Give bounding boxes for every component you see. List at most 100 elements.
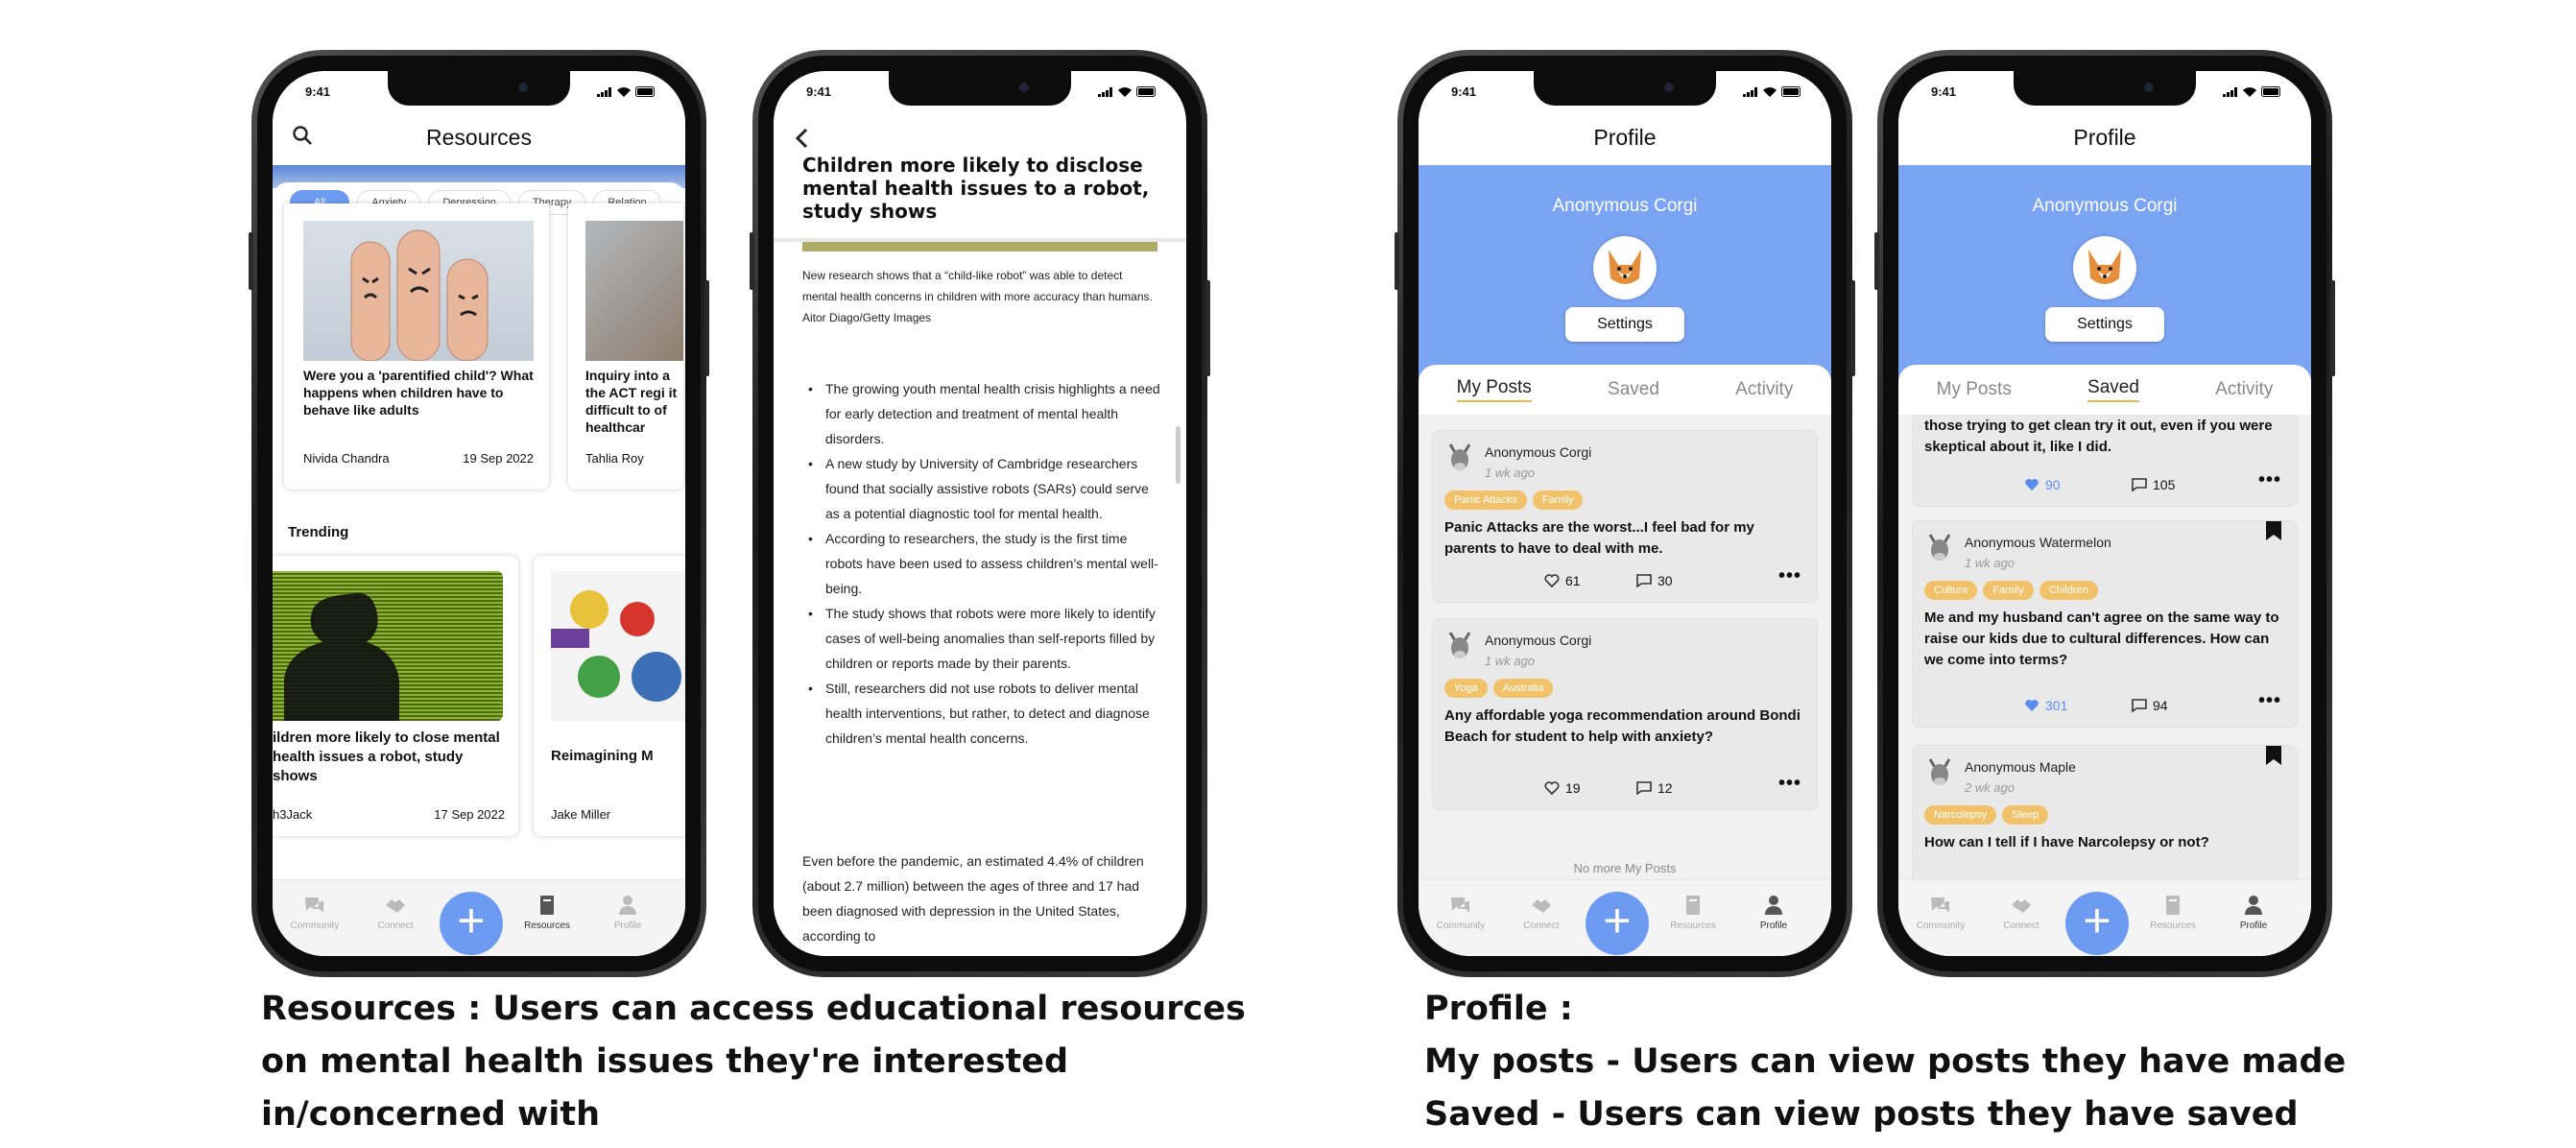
profile-screen: 9:41 Profile Anonymous Corgi Settings My… (1898, 71, 2311, 956)
tag[interactable]: Sleep (2002, 805, 2049, 825)
tab-resources[interactable]: Resources (2144, 894, 2202, 931)
like-button[interactable]: 19 (1544, 780, 1581, 796)
comment-icon (2132, 478, 2147, 491)
tag[interactable]: Panic Attacks (1444, 490, 1528, 510)
more-options-icon[interactable]: ••• (1778, 773, 1801, 795)
article-title: ildren more likely to close mental healt… (273, 729, 500, 784)
tab-profile[interactable]: Profile (2225, 894, 2282, 931)
article-author: Jake Miller (551, 807, 611, 822)
list-item: Still, researchers did not use robots to… (802, 676, 1161, 751)
post-card[interactable]: those trying to get clean try it out, ev… (1912, 415, 2298, 507)
handshake-icon (1532, 899, 1551, 913)
handshake-icon (2012, 899, 2031, 913)
tab-label: Connect (1523, 921, 1560, 931)
tab-resources[interactable]: Resources (1664, 894, 1722, 931)
more-options-icon[interactable]: ••• (1778, 565, 1801, 587)
avatar-donkey-icon (1928, 758, 1951, 785)
comment-button[interactable]: 12 (1636, 780, 1673, 796)
tag[interactable]: Family (1983, 581, 2034, 600)
article-card[interactable]: Inquiry into a the ACT regi it difficult… (568, 203, 683, 490)
heart-icon (1544, 574, 1560, 587)
article-card[interactable]: Were you a 'parentified child'? What hap… (284, 203, 549, 490)
tab-profile[interactable]: Profile (599, 894, 656, 931)
settings-button[interactable]: Settings (1565, 307, 1684, 342)
tab-community[interactable]: Community (1912, 894, 1969, 931)
like-button[interactable]: 61 (1544, 573, 1581, 588)
article-title: Reimagining M (551, 748, 654, 764)
status-time: 9:41 (305, 84, 331, 99)
phone-resources: 9:41 Resources All Anxiety Depression Th… (249, 50, 709, 977)
bookmark-icon[interactable] (2266, 521, 2281, 540)
tab-community[interactable]: Community (286, 894, 344, 931)
trending-card[interactable]: Reimagining M Jake Miller (534, 556, 685, 836)
article-author: h3Jack (273, 807, 313, 822)
like-count: 19 (1565, 780, 1581, 796)
like-button[interactable]: 90 (2024, 477, 2061, 492)
bookmark-icon[interactable] (2266, 746, 2281, 765)
tab-label: Profile (613, 921, 642, 931)
post-card[interactable]: Anonymous Corgi 1 wk ago Yoga Australia A… (1432, 618, 1818, 810)
more-options-icon[interactable]: ••• (2258, 469, 2281, 491)
post-card[interactable]: Anonymous Maple 2 wk ago Narcolepsy Sleep… (1912, 745, 2298, 879)
person-icon (619, 896, 636, 915)
scrollbar[interactable] (1176, 426, 1181, 484)
handshake-icon (386, 899, 405, 913)
list-item: A new study by University of Cambridge r… (802, 451, 1161, 526)
trending-card[interactable]: ildren more likely to close mental healt… (273, 556, 518, 836)
post-time: 2 wk ago (1965, 780, 2015, 795)
comment-button[interactable]: 30 (1636, 573, 1673, 588)
post-body: Any affordable yoga recommendation aroun… (1444, 707, 1801, 745)
tag[interactable]: Narcolepsy (1924, 805, 1997, 825)
like-button[interactable]: 301 (2024, 698, 2067, 713)
tag[interactable]: Children (2039, 581, 2098, 600)
article-image-fingers (303, 221, 534, 362)
status-icons (1743, 86, 1802, 97)
profile-caption-title: Profile : (1424, 990, 1573, 1028)
comment-button[interactable]: 94 (2132, 698, 2168, 713)
tab-connect[interactable]: Connect (367, 894, 424, 931)
post-author: Anonymous Watermelon (1965, 535, 2111, 550)
tab-profile[interactable]: Profile (1745, 894, 1802, 931)
settings-button[interactable]: Settings (2045, 307, 2164, 342)
add-post-button[interactable]: + (2065, 892, 2129, 955)
tag[interactable]: Culture (1924, 581, 1978, 600)
tag[interactable]: Family (1533, 490, 1584, 510)
comment-button[interactable]: 105 (2132, 477, 2175, 492)
tab-saved[interactable]: Saved (2087, 377, 2139, 402)
phone-profile-myposts: 9:41 Profile Anonymous Corgi Settings My… (1395, 50, 1855, 977)
phone-article: 9:41 Children more likely to disclose me… (750, 50, 1210, 977)
article-hero-image (802, 242, 1157, 251)
tab-label: Community (1916, 921, 1966, 931)
add-post-button[interactable]: + (440, 892, 503, 955)
status-time: 9:41 (1451, 84, 1477, 99)
page-title: Resources (426, 124, 532, 150)
tab-activity[interactable]: Activity (2215, 379, 2273, 400)
tab-my-posts[interactable]: My Posts (1937, 379, 2012, 400)
tab-connect[interactable]: Connect (1513, 894, 1570, 931)
back-chevron-icon[interactable] (793, 127, 812, 155)
posts-feed: Anonymous Corgi 1 wk ago Panic Attacks Fa… (1419, 415, 1831, 879)
search-icon[interactable] (292, 125, 313, 152)
post-card[interactable]: Anonymous Corgi 1 wk ago Panic Attacks Fa… (1432, 430, 1818, 603)
image-caption: New research shows that a “child-like ro… (802, 269, 1153, 324)
tab-connect[interactable]: Connect (1992, 894, 2050, 931)
tag[interactable]: Australia (1492, 679, 1554, 698)
tag[interactable]: Yoga (1444, 679, 1488, 698)
tab-activity[interactable]: Activity (1735, 379, 1793, 400)
profile-caption: Profile : My posts - Users can view post… (1424, 983, 2557, 1141)
page-title: Profile (1593, 124, 1657, 150)
tab-community[interactable]: Community (1432, 894, 1490, 931)
comment-icon (1636, 574, 1652, 587)
tab-saved[interactable]: Saved (1608, 379, 1659, 400)
post-body: Me and my husband can't agree on the sam… (1924, 610, 2279, 668)
post-time: 1 wk ago (1485, 466, 1536, 480)
tab-my-posts[interactable]: My Posts (1456, 377, 1532, 402)
more-options-icon[interactable]: ••• (2258, 690, 2281, 712)
status-icons (1098, 86, 1157, 97)
post-card[interactable]: Anonymous Watermelon 1 wk ago Culture Fam… (1912, 520, 2298, 728)
add-post-button[interactable]: + (1586, 892, 1649, 955)
article-title: Inquiry into a the ACT regi it difficult… (585, 368, 678, 435)
chat-icon (1931, 897, 1949, 913)
tab-resources[interactable]: Resources (518, 894, 576, 931)
post-body: Panic Attacks are the worst...I feel bad… (1444, 519, 1754, 557)
